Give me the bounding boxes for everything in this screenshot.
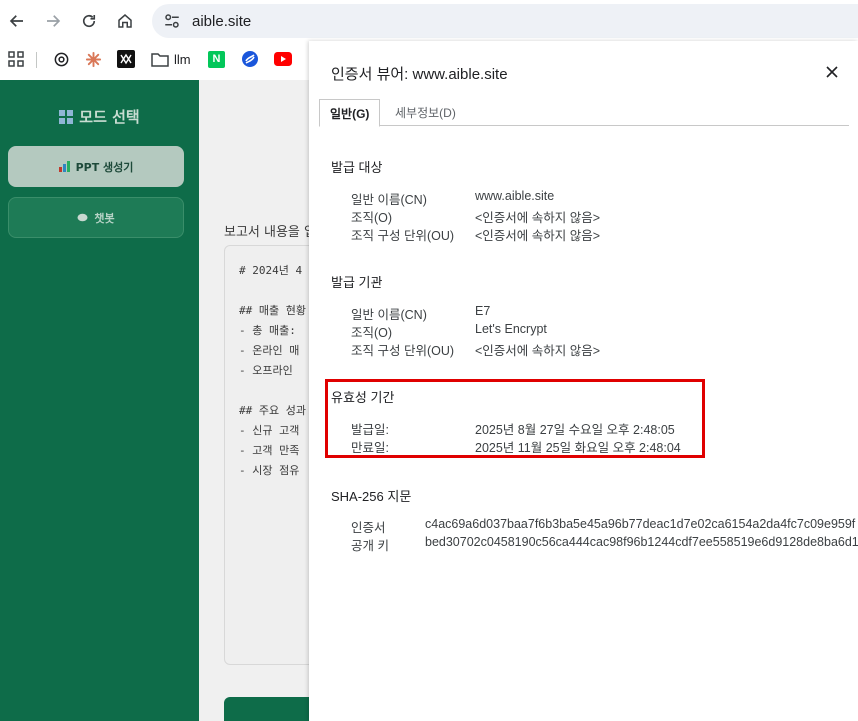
- apps-button[interactable]: [8, 50, 24, 68]
- address-bar[interactable]: aible.site: [152, 4, 858, 38]
- grid-icon: [59, 110, 74, 124]
- subject-o-value: <인증서에 속하지 않음>: [475, 211, 601, 225]
- editor-line: - 총 매출:: [239, 324, 296, 337]
- home-button[interactable]: [112, 8, 138, 34]
- claude-icon: [85, 51, 102, 67]
- editor-line: ## 주요 성과: [239, 404, 306, 417]
- bookmark-blue[interactable]: [241, 50, 259, 68]
- bookmark-label: llm: [174, 51, 191, 67]
- issuer-cn-label: 일반 이름(CN): [351, 308, 427, 322]
- arrow-right-icon: [47, 15, 61, 27]
- tab-general[interactable]: 일반(G): [319, 99, 381, 127]
- sidebar-title-text: 모드 선택: [79, 108, 140, 126]
- sidebar-item-label: 챗봇: [94, 211, 115, 225]
- issuer-cn-value: E7: [475, 304, 491, 318]
- app-icon: [117, 50, 135, 68]
- subject-o-label: 조직(O): [351, 211, 393, 225]
- openai-icon: [54, 52, 69, 66]
- bar-chart-icon: [58, 161, 70, 172]
- back-button[interactable]: [4, 8, 30, 34]
- issuer-ou-label: 조직 구성 단위(OU): [351, 344, 455, 358]
- issued-on-label: 발급일:: [351, 423, 389, 437]
- youtube-icon: [274, 52, 292, 66]
- cert-fingerprint-label: 인증서: [351, 521, 386, 535]
- url-text[interactable]: aible.site: [192, 13, 251, 30]
- close-icon: [826, 66, 838, 78]
- subject-heading: 발급 대상: [331, 160, 383, 175]
- bookmarks-divider: [36, 52, 37, 68]
- subject-ou-value: <인증서에 속하지 않음>: [475, 229, 601, 243]
- issued-on-value: 2025년 8월 27일 수요일 오후 2:48:05: [475, 423, 675, 437]
- naver-icon: N: [208, 50, 225, 68]
- editor-line: - 신규 고객: [239, 424, 300, 437]
- editor-line: - 시장 점유: [239, 464, 300, 477]
- sidebar-item-ppt[interactable]: PPT 생성기: [8, 146, 184, 187]
- sidebar: 모드 선택 PPT 생성기 챗봇: [0, 80, 199, 721]
- site-info-button[interactable]: [158, 7, 186, 35]
- cert-fingerprint-value: c4ac69a6d037baa7f6b3ba5e45a96b77deac1d7e…: [425, 517, 856, 531]
- tab-bar: 일반(G) 세부정보(D): [319, 99, 849, 127]
- blue-logo-icon: [242, 51, 258, 67]
- pubkey-fingerprint-label: 공개 키: [351, 539, 389, 553]
- bookmark-folder-llm[interactable]: llm: [151, 50, 191, 68]
- editor-line: # 2024년 4: [239, 264, 303, 277]
- tab-label: 세부정보(D): [395, 106, 456, 120]
- issuer-ou-value: <인증서에 속하지 않음>: [475, 344, 601, 358]
- subject-cn-value: www.aible.site: [475, 189, 555, 203]
- bookmark-app[interactable]: [117, 50, 135, 68]
- subject-ou-label: 조직 구성 단위(OU): [351, 229, 455, 243]
- pubkey-fingerprint-value: bed30702c0458190c56ca444cac98f96b1244cdf…: [425, 535, 858, 549]
- fingerprints-heading: SHA-256 지문: [331, 489, 412, 504]
- arrow-left-icon: [9, 15, 23, 27]
- bookmark-openai[interactable]: [53, 50, 70, 68]
- issuer-o-value: Let's Encrypt: [475, 322, 547, 336]
- bookmark-claude[interactable]: [85, 50, 102, 68]
- sidebar-title: 모드 선택: [0, 106, 199, 127]
- browser-toolbar: aible.site: [0, 0, 858, 42]
- bookmark-naver[interactable]: N: [208, 50, 225, 68]
- close-button[interactable]: [823, 63, 841, 81]
- tune-icon: [165, 14, 179, 28]
- issuer-heading: 발급 기관: [331, 275, 383, 290]
- bookmark-youtube[interactable]: [274, 50, 292, 68]
- expires-on-value: 2025년 11월 25일 화요일 오후 2:48:04: [475, 441, 681, 455]
- home-icon: [118, 14, 132, 28]
- sidebar-item-label: PPT 생성기: [75, 160, 134, 174]
- reload-button[interactable]: [76, 8, 102, 34]
- tab-label: 일반(G): [330, 106, 370, 121]
- tab-details[interactable]: 세부정보(D): [385, 99, 466, 126]
- forward-button[interactable]: [40, 8, 66, 34]
- editor-line: - 오프라인: [239, 364, 293, 377]
- apps-grid-icon: [8, 51, 24, 67]
- naver-icon-letter: N: [212, 53, 221, 65]
- sidebar-item-chatbot[interactable]: 챗봇: [8, 197, 184, 238]
- editor-line: ## 매출 현황: [239, 304, 306, 317]
- expires-on-label: 만료일:: [351, 441, 389, 455]
- dialog-title: 인증서 뷰어: www.aible.site: [331, 66, 508, 83]
- editor-line: - 온라인 매: [239, 344, 300, 357]
- speech-bubble-icon: [77, 213, 88, 221]
- issuer-o-label: 조직(O): [351, 326, 393, 340]
- report-input-label: 보고서 내용을 입: [224, 225, 316, 240]
- reload-icon: [82, 14, 96, 28]
- validity-heading: 유효성 기간: [331, 390, 395, 405]
- subject-cn-label: 일반 이름(CN): [351, 193, 427, 207]
- editor-line: - 고객 만족: [239, 444, 300, 457]
- folder-icon: [151, 52, 169, 67]
- certificate-viewer-dialog: 인증서 뷰어: www.aible.site 일반(G) 세부정보(D) 발급 …: [309, 41, 858, 721]
